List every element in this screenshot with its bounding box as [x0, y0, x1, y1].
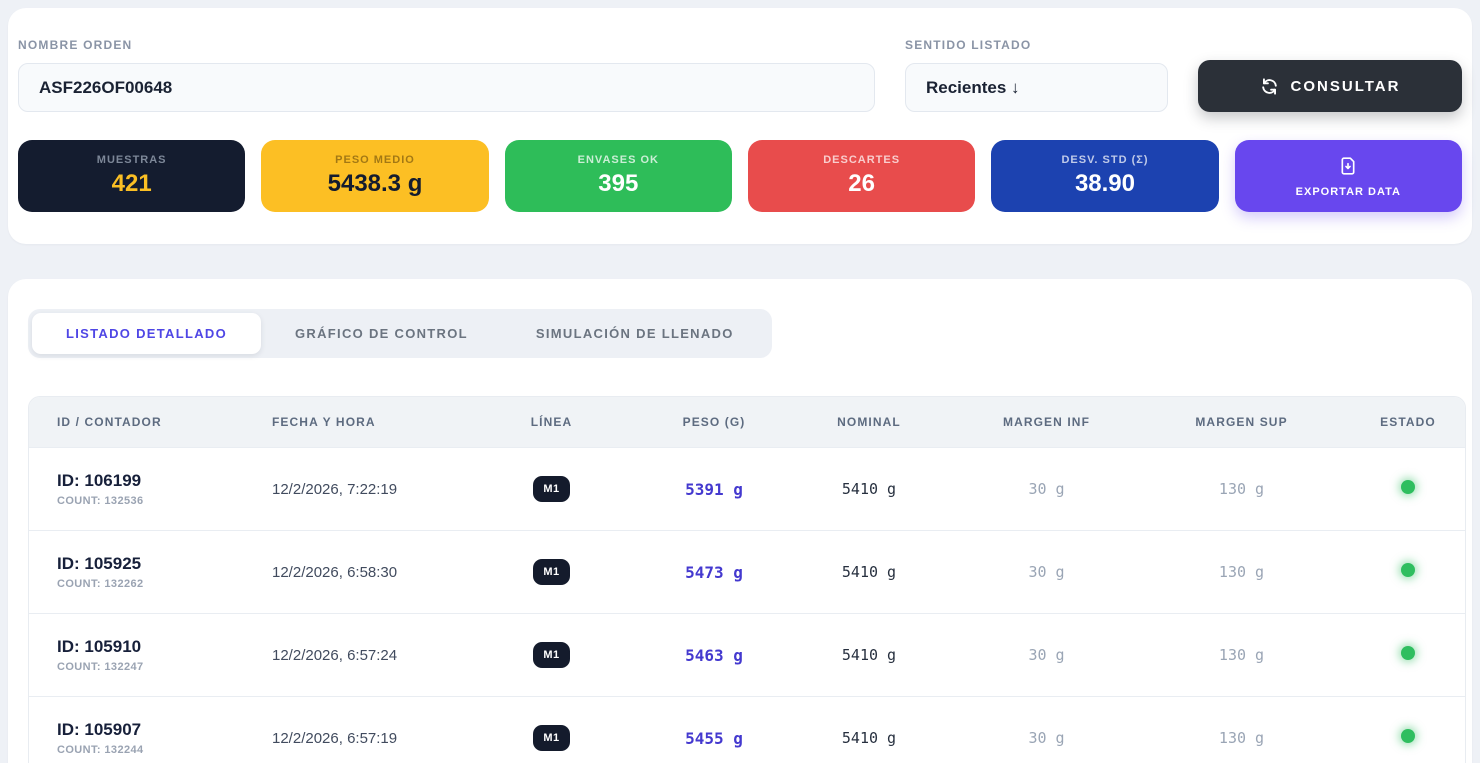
margin-sup-cell: 130 g [1134, 480, 1349, 498]
nominal-cell: 5410 g [779, 646, 959, 664]
sort-field-group: SENTIDO LISTADO Recientes ↓ [905, 38, 1168, 112]
col-header-nominal: NOMINAL [779, 415, 959, 429]
line-badge: M1 [533, 476, 569, 502]
datetime-cell: 12/2/2026, 6:58:30 [244, 564, 454, 581]
results-panel: LISTADO DETALLADO GRÁFICO DE CONTROL SIM… [8, 279, 1472, 763]
order-field-group: NOMBRE ORDEN ASF226OF00648 [18, 38, 875, 112]
line-cell: M1 [454, 642, 649, 668]
col-header-margen-sup: MARGEN SUP [1134, 415, 1349, 429]
datetime-cell: 12/2/2026, 7:22:19 [244, 481, 454, 498]
col-header-peso: PESO (G) [649, 415, 779, 429]
stat-card-desv-std: DESV. STD (Σ) 38.90 [991, 140, 1218, 212]
table-row[interactable]: ID: 105910 COUNT: 132247 12/2/2026, 6:57… [29, 613, 1465, 696]
margin-inf-cell: 30 g [959, 646, 1134, 664]
weight-cell: 5473 g [649, 563, 779, 582]
status-cell [1349, 563, 1466, 582]
line-cell: M1 [454, 725, 649, 751]
line-badge: M1 [533, 725, 569, 751]
stat-card-envases-ok: ENVASES OK 395 [505, 140, 732, 212]
weight-cell: 5463 g [649, 646, 779, 665]
stat-label: ENVASES OK [578, 154, 659, 166]
tab-simulacion-de-llenado[interactable]: SIMULACIÓN DE LLENADO [502, 313, 768, 354]
stat-value: 421 [112, 170, 152, 198]
sample-id: ID: 105925 [57, 554, 244, 574]
status-ok-dot [1401, 729, 1415, 743]
datetime-cell: 12/2/2026, 6:57:19 [244, 730, 454, 747]
status-ok-dot [1401, 646, 1415, 660]
id-contador-cell: ID: 105910 COUNT: 132247 [29, 637, 244, 673]
margin-inf-cell: 30 g [959, 480, 1134, 498]
margin-sup-cell: 130 g [1134, 563, 1349, 581]
id-contador-cell: ID: 105907 COUNT: 132244 [29, 720, 244, 756]
col-header-estado: ESTADO [1349, 415, 1466, 429]
order-name-input[interactable]: ASF226OF00648 [18, 63, 875, 112]
sample-count: COUNT: 132262 [57, 578, 244, 590]
status-ok-dot [1401, 480, 1415, 494]
stat-label: PESO MEDIO [335, 154, 415, 166]
stats-row: MUESTRAS 421 PESO MEDIO 5438.3 g ENVASES… [18, 140, 1462, 212]
status-cell [1349, 729, 1466, 748]
col-header-fecha-hora: FECHA Y HORA [244, 415, 454, 429]
sample-id: ID: 105910 [57, 637, 244, 657]
consult-button-label: CONSULTAR [1291, 78, 1401, 95]
sample-id: ID: 106199 [57, 471, 244, 491]
stat-value: 395 [598, 170, 638, 198]
sample-id: ID: 105907 [57, 720, 244, 740]
line-cell: M1 [454, 559, 649, 585]
margin-inf-cell: 30 g [959, 729, 1134, 747]
status-cell [1349, 480, 1466, 499]
stat-card-muestras: MUESTRAS 421 [18, 140, 245, 212]
table-row[interactable]: ID: 105925 COUNT: 132262 12/2/2026, 6:58… [29, 530, 1465, 613]
stat-value: 5438.3 g [328, 170, 423, 198]
query-form-row: NOMBRE ORDEN ASF226OF00648 SENTIDO LISTA… [18, 38, 1462, 112]
status-cell [1349, 646, 1466, 665]
table-header-row: ID / CONTADOR FECHA Y HORA LÍNEA PESO (G… [29, 397, 1465, 447]
margin-sup-cell: 130 g [1134, 729, 1349, 747]
query-panel: NOMBRE ORDEN ASF226OF00648 SENTIDO LISTA… [8, 8, 1472, 244]
order-name-label: NOMBRE ORDEN [18, 38, 875, 52]
line-badge: M1 [533, 642, 569, 668]
col-header-id-contador: ID / CONTADOR [29, 415, 244, 429]
results-table: ID / CONTADOR FECHA Y HORA LÍNEA PESO (G… [28, 396, 1466, 763]
line-badge: M1 [533, 559, 569, 585]
tab-grafico-de-control[interactable]: GRÁFICO DE CONTROL [261, 313, 502, 354]
export-data-button[interactable]: EXPORTAR DATA [1235, 140, 1462, 212]
stat-label: DESV. STD (Σ) [1061, 154, 1148, 166]
col-header-margen-inf: MARGEN INF [959, 415, 1134, 429]
file-download-icon [1337, 155, 1359, 180]
nominal-cell: 5410 g [779, 480, 959, 498]
table-row[interactable]: ID: 105907 COUNT: 132244 12/2/2026, 6:57… [29, 696, 1465, 763]
export-data-label: EXPORTAR DATA [1296, 186, 1401, 198]
col-header-linea: LÍNEA [454, 415, 649, 429]
sample-count: COUNT: 132536 [57, 495, 244, 507]
stat-value: 38.90 [1075, 170, 1135, 198]
stat-card-peso-medio: PESO MEDIO 5438.3 g [261, 140, 488, 212]
line-cell: M1 [454, 476, 649, 502]
tab-listado-detallado[interactable]: LISTADO DETALLADO [32, 313, 261, 354]
nominal-cell: 5410 g [779, 729, 959, 747]
stat-value: 26 [848, 170, 875, 198]
id-contador-cell: ID: 105925 COUNT: 132262 [29, 554, 244, 590]
sort-direction-select[interactable]: Recientes ↓ [905, 63, 1168, 112]
id-contador-cell: ID: 106199 COUNT: 132536 [29, 471, 244, 507]
margin-sup-cell: 130 g [1134, 646, 1349, 664]
stat-label: DESCARTES [823, 154, 900, 166]
stat-label: MUESTRAS [97, 154, 167, 166]
tab-bar: LISTADO DETALLADO GRÁFICO DE CONTROL SIM… [28, 309, 772, 358]
nominal-cell: 5410 g [779, 563, 959, 581]
status-ok-dot [1401, 563, 1415, 577]
sort-direction-label: SENTIDO LISTADO [905, 38, 1168, 52]
weight-cell: 5391 g [649, 480, 779, 499]
consult-button[interactable]: CONSULTAR [1198, 60, 1462, 112]
table-row[interactable]: ID: 106199 COUNT: 132536 12/2/2026, 7:22… [29, 447, 1465, 530]
sync-icon [1260, 77, 1279, 96]
weight-cell: 5455 g [649, 729, 779, 748]
margin-inf-cell: 30 g [959, 563, 1134, 581]
stat-card-descartes: DESCARTES 26 [748, 140, 975, 212]
datetime-cell: 12/2/2026, 6:57:24 [244, 647, 454, 664]
sample-count: COUNT: 132244 [57, 744, 244, 756]
sample-count: COUNT: 132247 [57, 661, 244, 673]
